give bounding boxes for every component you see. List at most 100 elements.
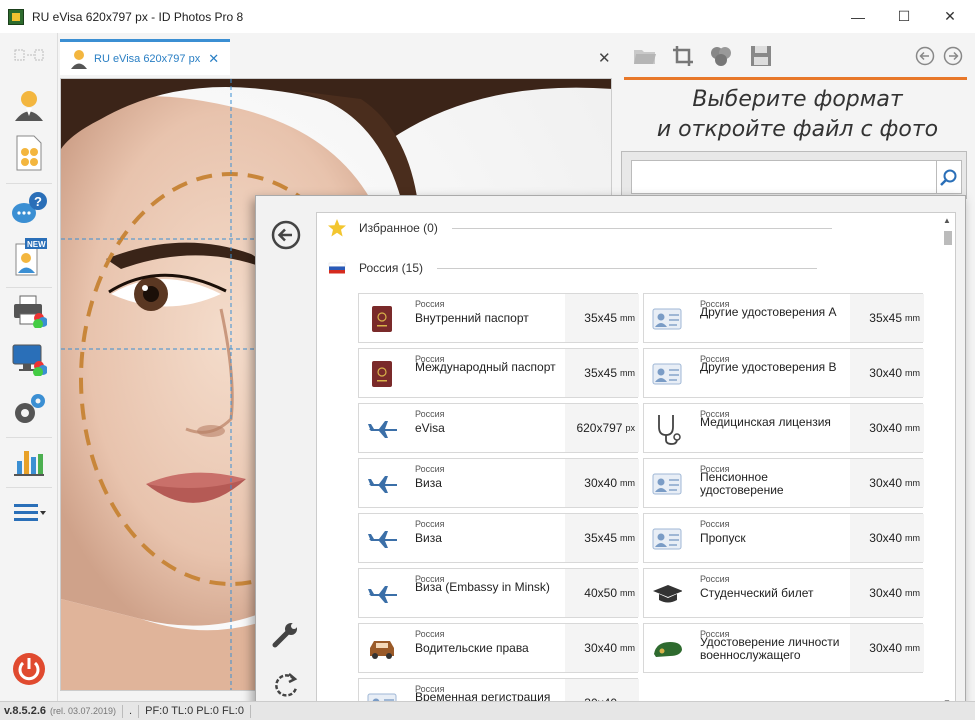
popup-sidebar bbox=[256, 196, 314, 716]
search-icon[interactable] bbox=[936, 160, 962, 194]
airplane-icon bbox=[367, 416, 397, 442]
card-country: Россия bbox=[415, 519, 445, 529]
tab-ru-evisa[interactable]: RU eVisa 620x797 px ✕ bbox=[60, 39, 230, 75]
help-chat-icon[interactable]: ? bbox=[9, 189, 49, 229]
card-size: 620x797 px bbox=[565, 404, 639, 452]
russia-flag-icon bbox=[328, 262, 346, 274]
format-search-input[interactable] bbox=[631, 160, 937, 194]
minimize-button[interactable]: — bbox=[835, 0, 881, 33]
card-size-value: 35x45 bbox=[584, 531, 617, 545]
airplane-icon bbox=[367, 526, 397, 552]
card-format-name: Другие удостоверения А bbox=[700, 305, 837, 319]
app-logo-icon bbox=[8, 8, 24, 25]
heading-line-1: Выберите формат bbox=[692, 87, 903, 112]
wrench-icon[interactable] bbox=[271, 620, 301, 650]
printer-icon[interactable] bbox=[9, 291, 49, 331]
power-icon[interactable] bbox=[9, 649, 49, 689]
card-size-unit: mm bbox=[620, 313, 635, 323]
card-format-name: Другие удостоверения В bbox=[700, 360, 837, 374]
group-document-icon[interactable] bbox=[9, 133, 49, 173]
card-format-name: Медицинская лицензия bbox=[700, 415, 831, 429]
card-size-value: 30x40 bbox=[869, 421, 902, 435]
format-card[interactable]: Россия Удостоверение личности военнослужа… bbox=[643, 623, 924, 673]
card-size-value: 30x40 bbox=[584, 641, 617, 655]
card-size-unit: mm bbox=[905, 588, 920, 598]
refresh-icon[interactable] bbox=[271, 670, 301, 700]
format-card[interactable]: Россия Другие удостоверения А 35x45 mm bbox=[643, 293, 924, 343]
card-size-unit: mm bbox=[620, 533, 635, 543]
card-size: 30x40mm bbox=[850, 569, 924, 617]
card-size-value: 30x40 bbox=[869, 586, 902, 600]
card-size-unit: mm bbox=[620, 478, 635, 488]
id-card-icon bbox=[652, 361, 682, 387]
monitor-icon[interactable] bbox=[9, 339, 49, 379]
card-country: Россия bbox=[700, 574, 730, 584]
russia-section[interactable]: Россия (15) bbox=[327, 261, 818, 275]
back-arrow-icon[interactable] bbox=[912, 43, 938, 69]
card-format-name: Международный паспорт bbox=[415, 360, 556, 374]
format-card[interactable]: Россия Внутренний паспорт 35x45 mm bbox=[358, 293, 639, 343]
format-card[interactable]: Россия eVisa 620x797 px bbox=[358, 403, 639, 453]
card-size-unit: mm bbox=[905, 478, 920, 488]
crop-icon[interactable] bbox=[670, 43, 696, 69]
favorites-label: Избранное (0) bbox=[359, 221, 438, 235]
card-size-unit: mm bbox=[620, 588, 635, 598]
format-card[interactable]: Россия Пенсионное удостоверение 30x40 mm bbox=[643, 458, 924, 508]
format-selector-popup: Избранное (0) Россия (15) Россия Внутренн… bbox=[255, 195, 966, 717]
heading-line-2: и откройте файл с фото bbox=[656, 117, 939, 142]
graduation-cap-icon bbox=[652, 581, 682, 607]
format-card[interactable]: Россия Медицинская лицензия 30x40 mm bbox=[643, 403, 924, 453]
format-card[interactable]: Россия Международный паспорт 35x45 mm bbox=[358, 348, 639, 398]
id-card-icon bbox=[652, 471, 682, 497]
close-window-button[interactable]: ✕ bbox=[927, 0, 973, 33]
list-scrollbar[interactable]: ▲ ▼ bbox=[941, 213, 955, 711]
format-card[interactable]: Россия Пропуск 30x40 mm bbox=[643, 513, 924, 563]
card-size: 35x45 mm bbox=[565, 514, 639, 562]
favorites-section[interactable]: Избранное (0) bbox=[327, 218, 832, 238]
airplane-icon bbox=[367, 471, 397, 497]
save-icon[interactable] bbox=[748, 43, 774, 69]
format-card[interactable]: Россия Виза (Embassy in Minsk) 40x50 mm bbox=[358, 568, 639, 618]
statistics-chart-icon[interactable] bbox=[9, 441, 49, 481]
card-size-value: 35x45 bbox=[584, 366, 617, 380]
close-panel-button[interactable]: ✕ bbox=[598, 49, 611, 67]
format-card[interactable]: Россия Другие удостоверения В 30x40 mm bbox=[643, 348, 924, 398]
card-size-unit: mm bbox=[905, 313, 920, 323]
card-size: 35x45 mm bbox=[850, 294, 924, 342]
format-card[interactable]: Россия Студенческий билет 30x40 mm bbox=[643, 568, 924, 618]
menu-icon[interactable] bbox=[9, 493, 49, 533]
card-size: 30x40mm bbox=[850, 624, 924, 672]
settings-gear-icon[interactable] bbox=[9, 389, 49, 429]
color-correction-icon[interactable] bbox=[708, 43, 734, 69]
search-container bbox=[621, 151, 967, 199]
card-size-unit: mm bbox=[905, 423, 920, 433]
maximize-button[interactable]: ☐ bbox=[881, 0, 927, 33]
forward-arrow-icon[interactable] bbox=[940, 43, 966, 69]
format-card[interactable]: Россия Виза 35x45 mm bbox=[358, 513, 639, 563]
open-folder-icon[interactable] bbox=[632, 43, 658, 69]
new-template-icon[interactable]: NEW bbox=[9, 237, 49, 277]
format-card[interactable]: Россия Виза 30x40 mm bbox=[358, 458, 639, 508]
split-view-icon[interactable] bbox=[9, 43, 49, 67]
id-card-icon bbox=[652, 526, 682, 552]
back-circle-icon[interactable] bbox=[271, 220, 301, 250]
card-size-value: 30x40 bbox=[869, 476, 902, 490]
app-window: RU eVisa 620x797 px - ID Photos Pro 8 — … bbox=[0, 0, 975, 720]
russia-label: Россия (15) bbox=[359, 261, 424, 275]
tab-close-button[interactable]: ✕ bbox=[208, 51, 219, 67]
version-text: v.8.5.2.6 bbox=[4, 705, 46, 717]
status-bar: v.8.5.2.6 (rel. 03.07.2019) . PF:0 TL:0 … bbox=[0, 701, 975, 720]
format-card[interactable]: Россия Водительские права 30x40 mm bbox=[358, 623, 639, 673]
person-icon[interactable] bbox=[9, 85, 49, 125]
scroll-up-icon[interactable]: ▲ bbox=[943, 216, 951, 225]
card-size-value: 35x45 bbox=[584, 311, 617, 325]
card-size-value: 30x40 bbox=[584, 476, 617, 490]
status-flags: PF:0 TL:0 PL:0 FL:0 bbox=[145, 705, 244, 717]
window-title: RU eVisa 620x797 px - ID Photos Pro 8 bbox=[32, 9, 244, 24]
person-icon bbox=[71, 49, 87, 69]
left-toolbar: ? NEW bbox=[0, 33, 58, 701]
scrollbar-thumb[interactable] bbox=[944, 231, 952, 245]
card-size-unit: mm bbox=[620, 368, 635, 378]
card-format-name: Внутренний паспорт bbox=[415, 311, 529, 325]
card-size: 40x50 mm bbox=[565, 569, 639, 617]
